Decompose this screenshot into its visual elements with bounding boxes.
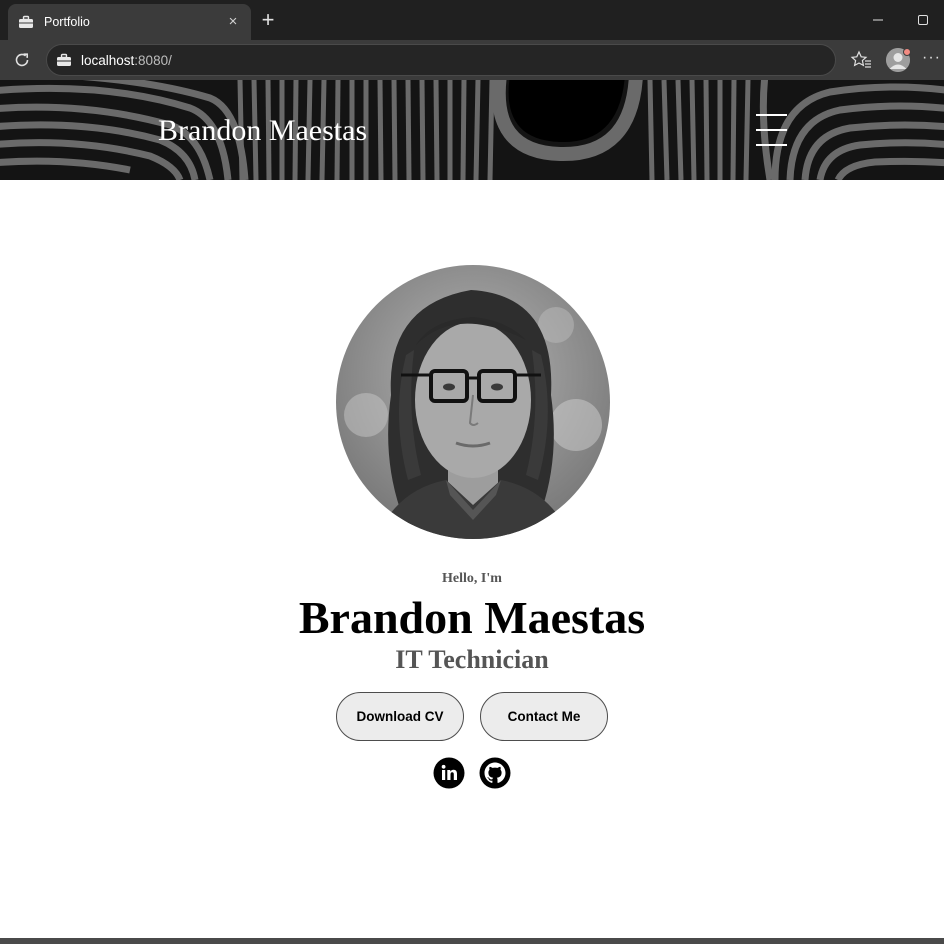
browser-tab[interactable]: Portfolio ×	[8, 4, 251, 40]
url-host: localhost	[81, 52, 135, 68]
browser-titlebar: Portfolio × +	[0, 0, 944, 40]
status-strip	[0, 938, 944, 944]
header-background-pattern	[0, 80, 944, 180]
contact-me-button[interactable]: Contact Me	[480, 692, 608, 741]
github-icon[interactable]	[479, 757, 511, 789]
url-path: :8080/	[134, 52, 172, 68]
site-header	[0, 80, 944, 180]
maximize-icon[interactable]	[915, 12, 931, 28]
linkedin-icon[interactable]	[433, 757, 465, 789]
reload-icon[interactable]	[12, 50, 32, 70]
new-tab-button[interactable]: +	[257, 8, 279, 32]
hero-role: IT Technician	[395, 645, 549, 674]
download-cv-button[interactable]: Download CV	[336, 692, 464, 741]
notification-dot	[903, 48, 911, 56]
minimize-icon[interactable]	[870, 12, 886, 28]
tab-close-icon[interactable]: ×	[225, 14, 241, 30]
tab-title: Portfolio	[44, 15, 90, 29]
browser-toolbar: localhost:8080/ ···	[0, 40, 944, 80]
more-options-icon[interactable]: ···	[922, 48, 942, 72]
address-bar[interactable]: localhost:8080/	[46, 44, 836, 76]
favorites-icon[interactable]	[850, 50, 872, 70]
briefcase-icon	[55, 51, 73, 69]
hamburger-menu-icon[interactable]	[756, 114, 787, 147]
hero-name: Brandon Maestas	[298, 592, 646, 643]
profile-photo	[336, 265, 610, 539]
site-name[interactable]: Brandon Maestas	[158, 113, 367, 149]
briefcase-icon	[18, 14, 34, 30]
greeting-text: Hello, I'm	[442, 571, 502, 586]
